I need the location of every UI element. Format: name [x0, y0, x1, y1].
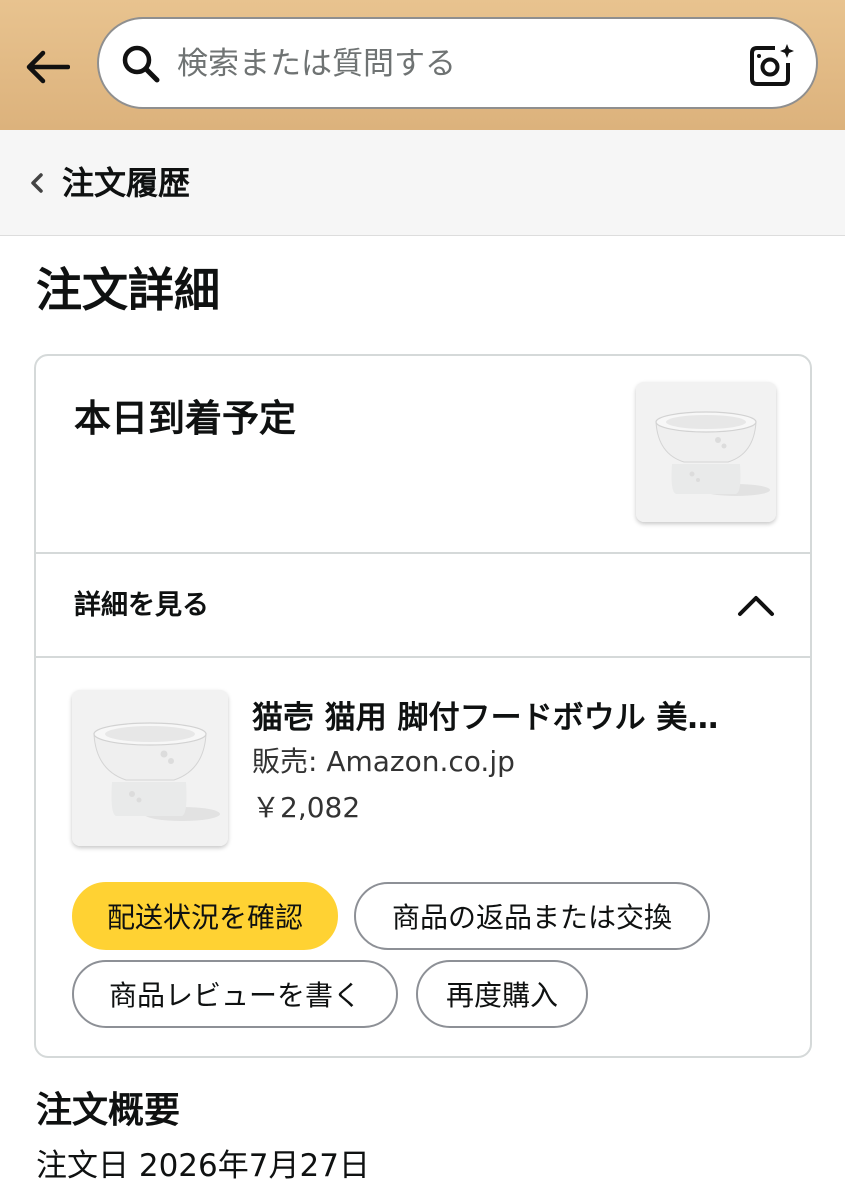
top-search-header	[0, 0, 845, 130]
product-title[interactable]: 猫壱 猫用 脚付フードボウル 美…	[252, 696, 782, 740]
order-summary-title: 注文概要	[36, 1090, 181, 1131]
buy-again-button[interactable]: 再度購入	[416, 960, 588, 1028]
track-package-button[interactable]: 配送状況を確認	[72, 882, 338, 950]
delivery-status: 本日到着予定	[74, 397, 296, 440]
return-or-exchange-button[interactable]: 商品の返品または交換	[354, 882, 710, 950]
order-date: 注文日 2026年7月27日	[36, 1148, 370, 1184]
search-icon[interactable]	[121, 44, 161, 84]
breadcrumb-order-history-link[interactable]: 注文履歴	[62, 162, 190, 204]
product-thumbnail[interactable]	[72, 690, 228, 846]
back-arrow-svg	[26, 50, 70, 84]
details-toggle[interactable]: 詳細を見る	[36, 554, 810, 658]
product-price: ￥2,082	[252, 791, 361, 824]
chevron-up-icon[interactable]	[736, 592, 776, 618]
order-card: 本日到着予定 詳細を見る 猫壱 猫用 脚付フードボウル 美… 販売: Amazo…	[34, 354, 812, 1058]
cat-bowl-image	[636, 382, 776, 522]
product-seller: 販売: Amazon.co.jp	[252, 745, 515, 778]
search-box[interactable]	[97, 17, 818, 109]
search-input[interactable]	[177, 41, 717, 87]
back-arrow-icon[interactable]	[24, 44, 72, 90]
details-toggle-label: 詳細を見る	[74, 590, 209, 621]
camera-sparkle-icon[interactable]	[749, 43, 795, 87]
product-thumbnail-small[interactable]	[636, 382, 776, 522]
page-title: 注文詳細	[36, 263, 220, 317]
breadcrumb[interactable]: 注文履歴	[0, 130, 845, 236]
card-divider-bottom	[36, 656, 810, 658]
write-review-button[interactable]: 商品レビューを書く	[72, 960, 398, 1028]
cat-bowl-image	[72, 690, 228, 846]
chevron-left-icon	[30, 173, 44, 193]
